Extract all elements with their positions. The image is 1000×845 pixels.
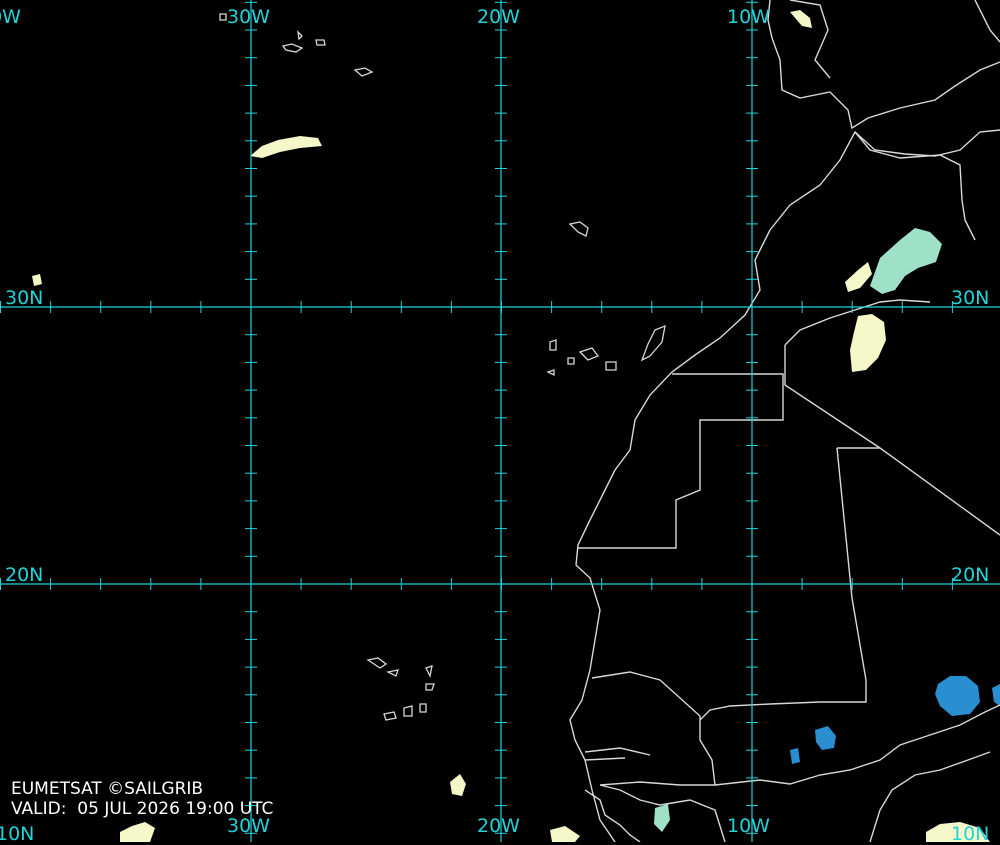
label-10n-right: 10N (951, 823, 990, 845)
valid-time-line: VALID: 05 JUL 2026 19:00 UTC (11, 799, 273, 819)
map-background (0, 0, 1000, 842)
valid-time: 05 JUL 2026 19:00 UTC (77, 799, 274, 819)
label-30n-left: 30N (5, 287, 44, 309)
valid-label: VALID: (11, 799, 67, 819)
label-10w-bottom: 10W (727, 815, 770, 837)
label-20n-right: 20N (951, 564, 990, 586)
label-20w-bottom: 20W (477, 815, 520, 837)
label-30w-bottom: 30W (227, 815, 270, 837)
label-40w-top: 40W (0, 6, 21, 28)
label-10n-left: 10N (0, 823, 35, 845)
label-20w-top: 20W (477, 6, 520, 28)
label-10w-top: 10W (727, 6, 770, 28)
satellite-map (0, 0, 1000, 842)
source-credit: EUMETSAT ©SAILGRIB (11, 779, 204, 799)
label-30n-right: 30N (951, 287, 990, 309)
label-20n-left: 20N (5, 564, 44, 586)
label-30w-top: 30W (227, 6, 270, 28)
